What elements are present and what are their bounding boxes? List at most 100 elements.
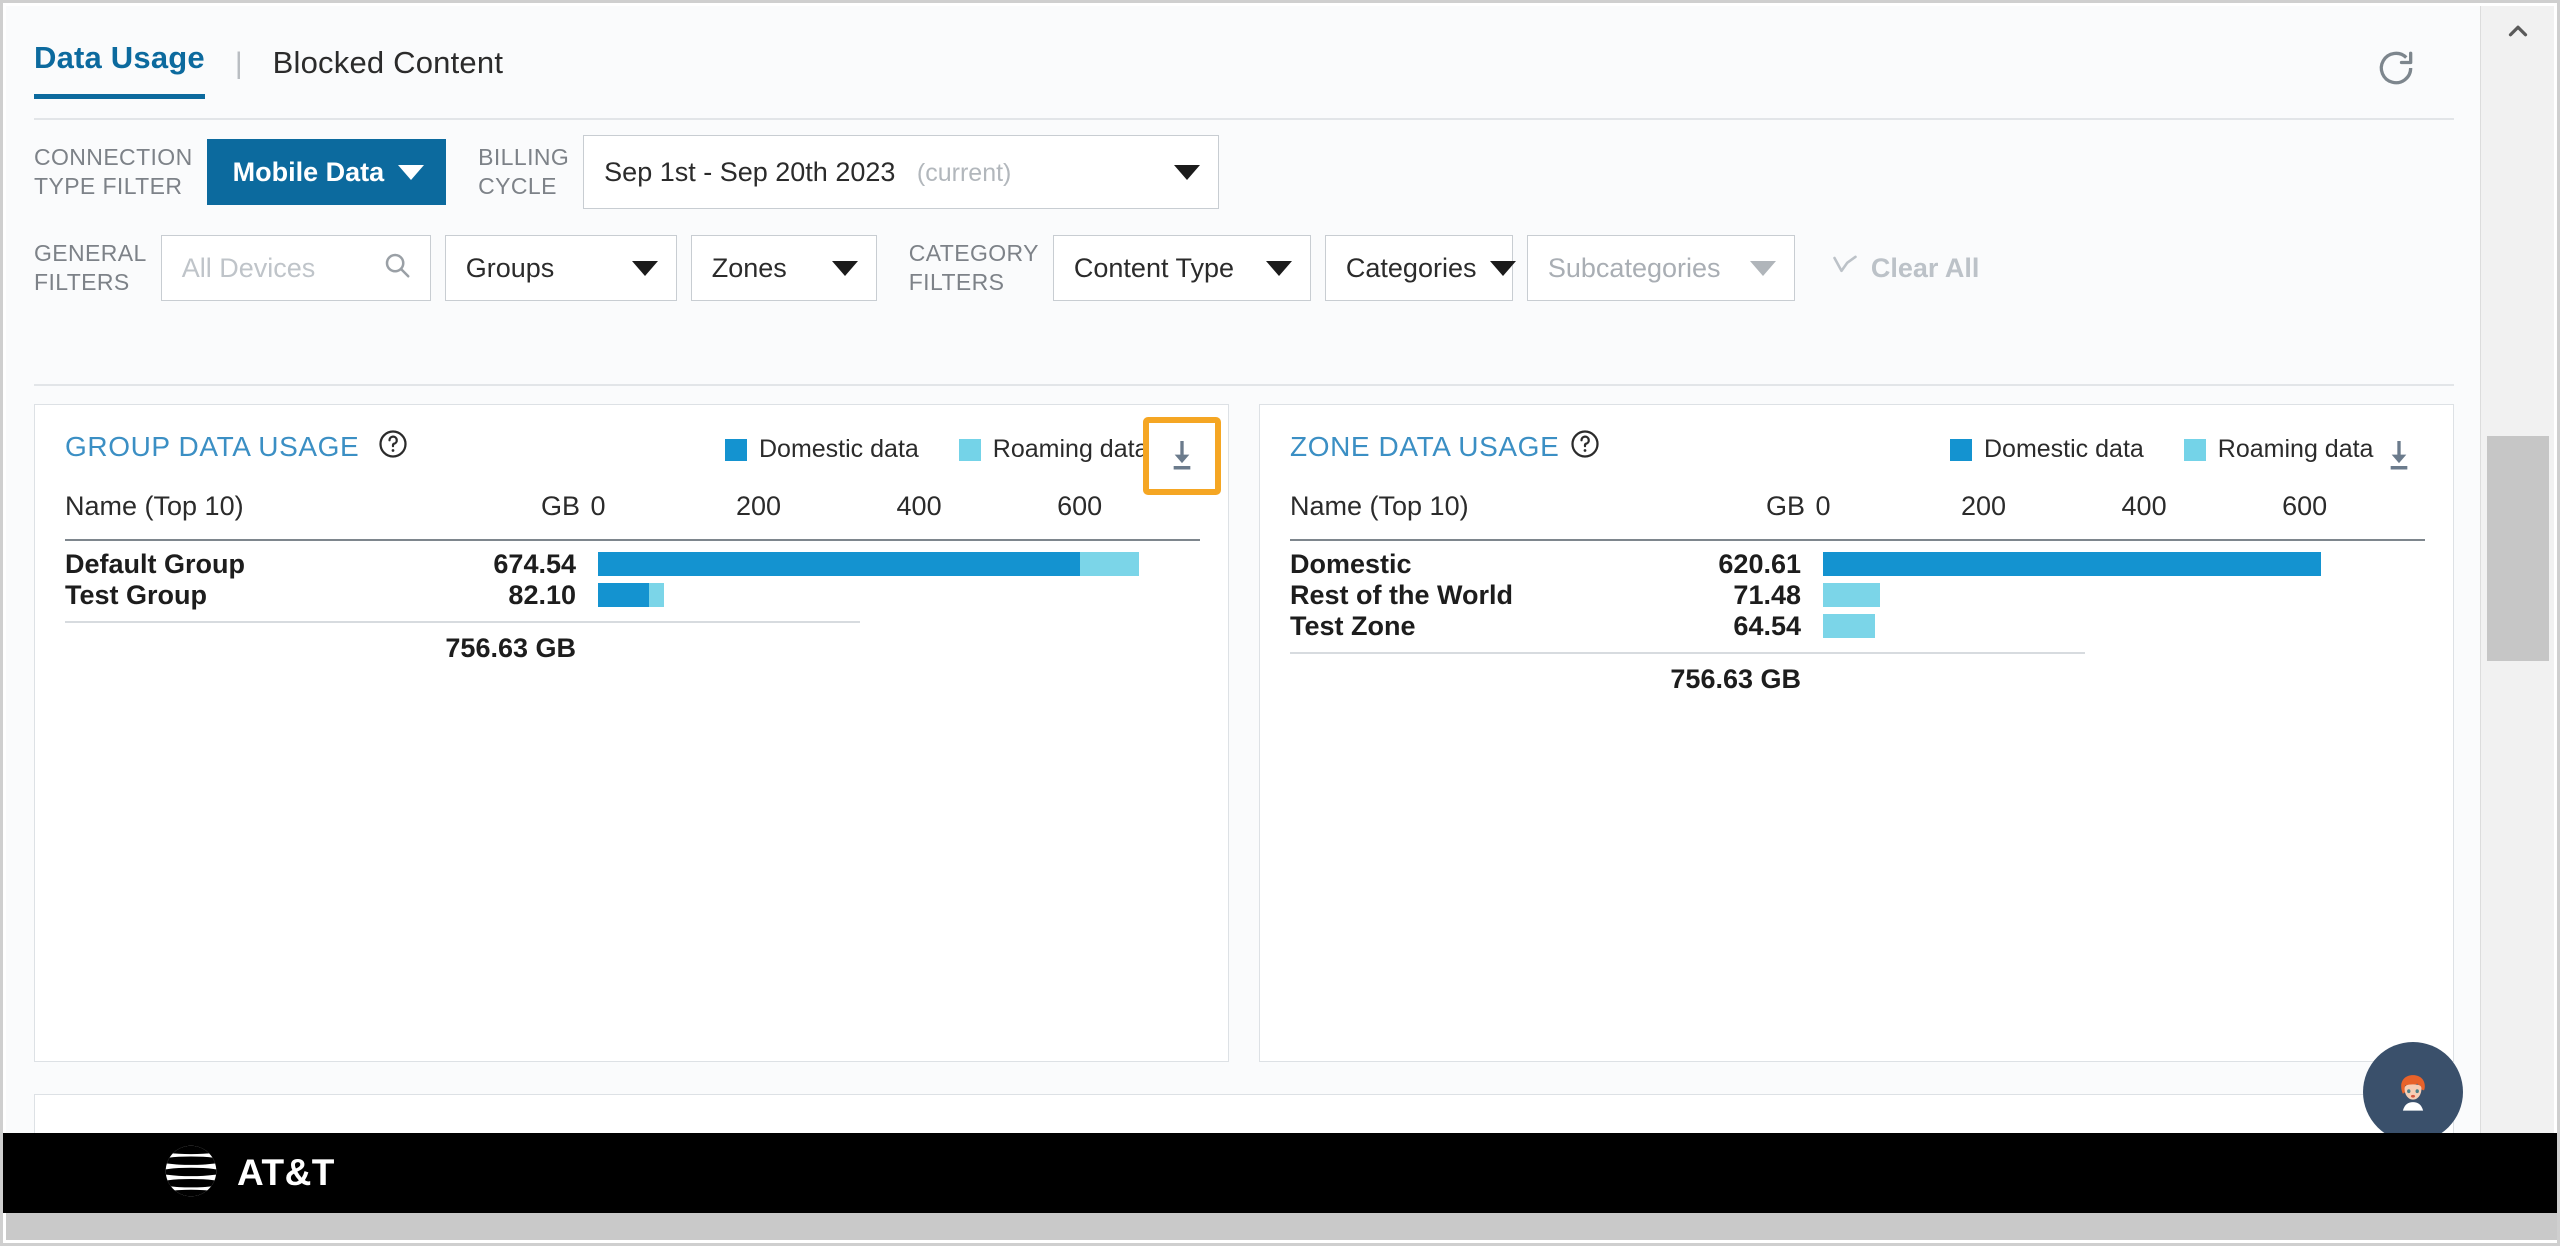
avatar-icon [2401,1075,2425,1111]
zone-total-row: 756.63 GB [1290,664,2425,695]
legend-label-roaming: Roaming data [992,435,1149,463]
group-card-title: GROUP DATA USAGE [65,431,360,462]
legend-label-domestic: Domestic data [759,435,919,463]
zone-bar-segment-roaming [1823,583,1881,607]
scrollbar-thumb[interactable] [2487,436,2549,661]
legend-label-domestic: Domestic data [1984,435,2144,463]
zone-total-value: 756.63 GB [1670,664,1801,694]
tab-blocked-content[interactable]: Blocked Content [273,45,503,99]
zone-col-gb-header: GB [1765,491,1805,521]
zone-row-value: 64.54 [1733,611,1801,641]
chevron-down-icon [1749,260,1776,276]
zone-bar[interactable] [1823,614,1875,638]
group-download-button[interactable] [1143,417,1221,495]
zone-total-divider [1290,652,2085,654]
zone-row-plot [1805,549,2425,580]
table-row[interactable]: Rest of the World 71.48 [1290,580,2425,611]
zone-bar[interactable] [1823,552,2322,576]
group-bar-segment-roaming [1079,552,1140,576]
zone-row-name: Test Zone [1290,611,1416,641]
billing-cycle-suffix: (current) [916,158,1012,187]
zone-row-plot [1805,580,2425,611]
assistant-avatar-button[interactable] [2363,1042,2463,1142]
search-input-placeholder: All Devices [181,252,316,283]
group-total-divider [65,621,860,623]
zone-axis-tick: 200 [1961,491,2007,521]
group-row-value: 674.54 [493,549,576,579]
billing-cycle-value: Sep 1st - Sep 20th 2023 [604,156,896,187]
subcategories-dropdown[interactable]: Subcategories [1526,235,1795,301]
group-usage-table: Name (Top 10) GB 0 200 400 600 Default Grou… [65,491,1200,664]
connection-type-dropdown[interactable]: Mobile Data [206,139,447,205]
zones-dropdown[interactable]: Zones [690,235,877,301]
table-row[interactable]: Domestic 620.61 [1290,549,2425,580]
page-viewport: Data Usage | Blocked Content CONNECTION … [6,6,2486,1238]
tab-data-usage[interactable]: Data Usage [34,40,205,99]
clear-all-icon [1831,251,1859,286]
zone-bar[interactable] [1823,583,1881,607]
group-axis-tick: 600 [1057,491,1103,521]
chevron-down-icon [398,164,425,180]
zone-bar-segment-roaming [1823,614,1875,638]
table-row[interactable]: Test Group 82.10 [65,580,1200,611]
filter-row-general: GENERAL FILTERS All Devices Groups Zones [6,220,2486,316]
filters-divider [34,384,2454,386]
chevron-down-icon [1265,260,1292,276]
zone-row-plot [1805,611,2425,642]
chevron-down-icon [1490,260,1517,276]
chevron-down-icon [1174,164,1201,180]
category-filters-label: CATEGORY FILTERS [908,240,1039,295]
zone-bar-segment-domestic [1823,552,2322,576]
group-axis-tick: 0 [590,491,606,521]
search-icon [382,250,412,287]
group-bar-segment-domestic [598,552,1080,576]
general-filters-label: GENERAL FILTERS [34,240,147,295]
window-bottom-strip [6,1212,2557,1240]
subcategories-dropdown-value: Subcategories [1547,252,1721,283]
group-bar[interactable] [598,552,1140,576]
legend-swatch-roaming [2183,438,2206,461]
group-bar-segment-roaming [649,583,664,607]
groups-dropdown[interactable]: Groups [444,235,677,301]
billing-cycle-dropdown[interactable]: Sep 1st - Sep 20th 2023 (current) [583,135,1220,209]
group-table-header: Name (Top 10) GB 0 200 400 600 [65,491,1200,537]
chevron-up-icon[interactable] [2481,6,2555,56]
search-input[interactable]: All Devices [160,235,431,301]
connection-type-filter-label: CONNECTION TYPE FILTER [34,144,193,199]
zone-col-name-header: Name (Top 10) [1290,491,1469,521]
group-axis-tick: 400 [896,491,942,521]
connection-type-value: Mobile Data [232,156,385,187]
legend-swatch-roaming [958,438,981,461]
table-row[interactable]: Default Group 674.54 [65,549,1200,580]
zone-table-header: Name (Top 10) GB 0 200 400 600 [1290,491,2425,537]
group-row-name: Default Group [65,549,245,579]
zone-usage-table: Name (Top 10) GB 0 200 400 600 Domestic 620.… [1290,491,2425,695]
clear-all-button[interactable]: Clear All [1831,251,1979,286]
tab-underline-rule [34,118,2454,120]
zone-download-button[interactable] [2370,427,2428,485]
categories-dropdown[interactable]: Categories [1324,235,1517,301]
filter-bar: CONNECTION TYPE FILTER Mobile Data BILLI… [6,124,2486,316]
page-scrollbar[interactable] [2480,6,2554,1238]
chart-cards-container: GROUP DATA USAGE Domestic data Roaming d… [34,404,2454,1062]
zone-row-name: Rest of the World [1290,580,1514,610]
refresh-icon[interactable] [2374,46,2418,90]
categories-dropdown-value: Categories [1345,252,1477,283]
content-type-dropdown[interactable]: Content Type [1052,235,1311,301]
groups-dropdown-value: Groups [465,252,555,283]
zone-axis-tick: 400 [2121,491,2167,521]
table-row[interactable]: Test Zone 64.54 [1290,611,2425,642]
group-table-rows: Default Group 674.54 Test Group 82.10 [65,549,1200,611]
zones-dropdown-value: Zones [711,252,787,283]
help-circle-icon[interactable] [378,429,408,459]
zone-card-title: ZONE DATA USAGE [1290,431,1560,462]
filter-row-connection: CONNECTION TYPE FILTER Mobile Data BILLI… [6,124,2486,220]
zone-row-value: 71.48 [1733,580,1801,610]
zone-axis-ticks: 0 200 400 600 [1805,491,2425,537]
zone-data-usage-card: ZONE DATA USAGE Domestic data Roaming da… [1259,404,2454,1062]
group-bar[interactable] [598,583,664,607]
help-circle-icon[interactable] [1570,429,1600,459]
tab-separator: | [234,47,243,80]
group-bar-segment-domestic [598,583,650,607]
tab-bar: Data Usage | Blocked Content [6,6,2486,120]
